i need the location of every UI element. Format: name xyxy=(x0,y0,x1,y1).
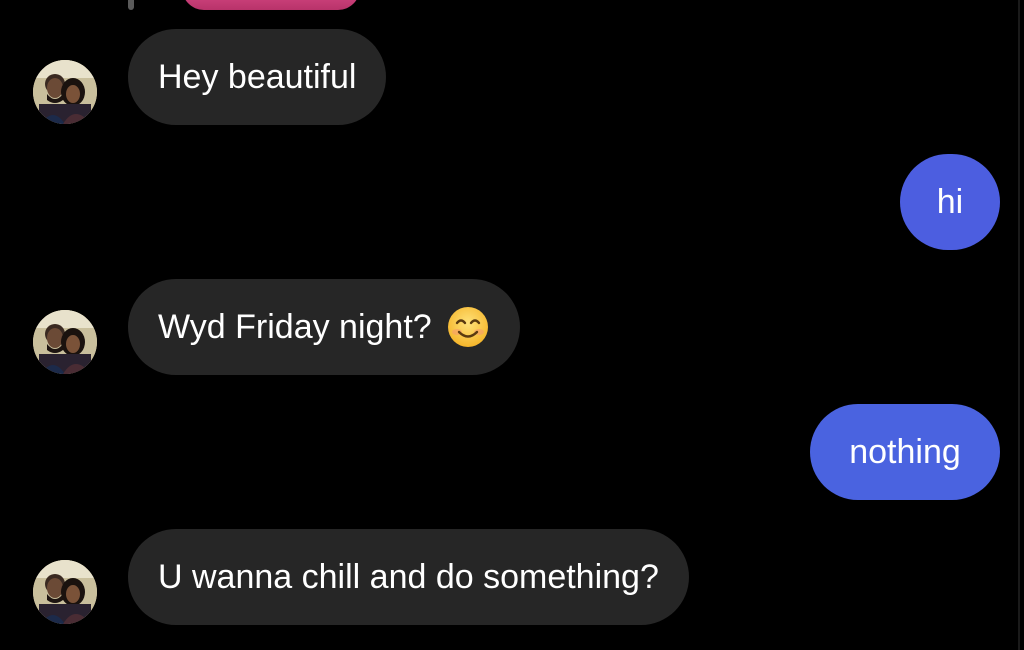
contact-avatar[interactable] xyxy=(33,560,97,624)
scroll-indicator xyxy=(128,0,134,10)
message-text: U wanna chill and do something? xyxy=(158,557,659,596)
message-text: Hey beautiful xyxy=(158,57,357,96)
contact-avatar[interactable] xyxy=(33,310,97,374)
chat-thread[interactable]: Hey beautiful hi Wyd Friday night? nothi… xyxy=(0,0,1024,650)
outgoing-message-bubble[interactable]: nothing xyxy=(810,404,1000,500)
message-text: hi xyxy=(936,182,964,221)
incoming-message-bubble[interactable]: U wanna chill and do something? xyxy=(128,529,689,625)
incoming-message-bubble[interactable]: Hey beautiful xyxy=(128,29,387,125)
message-text: Wyd Friday night? xyxy=(158,307,432,346)
screen-edge xyxy=(1018,0,1020,650)
outgoing-message-bubble[interactable]: hi xyxy=(900,154,1000,250)
smiling-face-with-smiling-eyes-emoji xyxy=(446,305,490,349)
incoming-message-bubble[interactable]: Wyd Friday night? xyxy=(128,279,520,375)
contact-avatar[interactable] xyxy=(33,60,97,124)
message-text: nothing xyxy=(849,432,961,471)
previous-media-attachment[interactable] xyxy=(182,0,360,10)
